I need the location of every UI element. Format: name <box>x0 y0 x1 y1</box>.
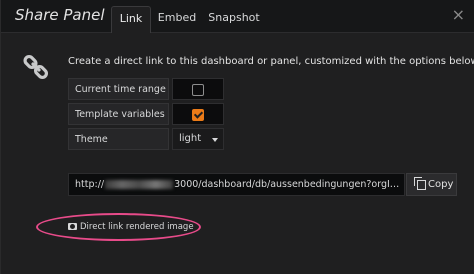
template-variables-checkbox[interactable] <box>192 109 204 121</box>
theme-select[interactable]: light <box>172 128 224 150</box>
chevron-down-icon <box>212 138 218 142</box>
share-modal: Share Panel Link Embed Snapshot × Create… <box>0 0 474 274</box>
share-url-input[interactable]: http:// 3000/dashboard/db/aussenbedingung… <box>68 173 405 196</box>
share-description: Create a direct link to this dashboard o… <box>68 56 474 67</box>
tab-link[interactable]: Link <box>111 6 151 33</box>
copy-button-label: Copy <box>428 179 454 190</box>
share-url-suffix: 3000/dashboard/db/aussenbedingungen?orgI… <box>174 179 404 190</box>
theme-label: Theme <box>68 128 169 150</box>
chain-link-icon <box>23 54 49 80</box>
close-icon[interactable]: × <box>452 5 465 24</box>
current-time-range-control <box>172 78 224 100</box>
share-url-prefix: http:// <box>75 179 105 190</box>
current-time-range-checkbox[interactable] <box>192 84 204 96</box>
template-variables-label: Template variables <box>68 103 169 125</box>
modal-header: Share Panel Link Embed Snapshot × <box>1 0 474 33</box>
modal-title: Share Panel <box>15 6 105 24</box>
annotation-highlight-ellipse <box>36 213 201 241</box>
copy-icon <box>414 177 426 190</box>
redacted-host <box>105 180 174 189</box>
theme-select-value: light <box>179 133 202 144</box>
current-time-range-label: Current time range <box>68 78 169 100</box>
template-variables-control <box>172 103 224 125</box>
copy-button[interactable]: Copy <box>406 173 457 196</box>
tab-embed[interactable]: Embed <box>154 6 200 32</box>
tab-snapshot[interactable]: Snapshot <box>206 6 262 32</box>
